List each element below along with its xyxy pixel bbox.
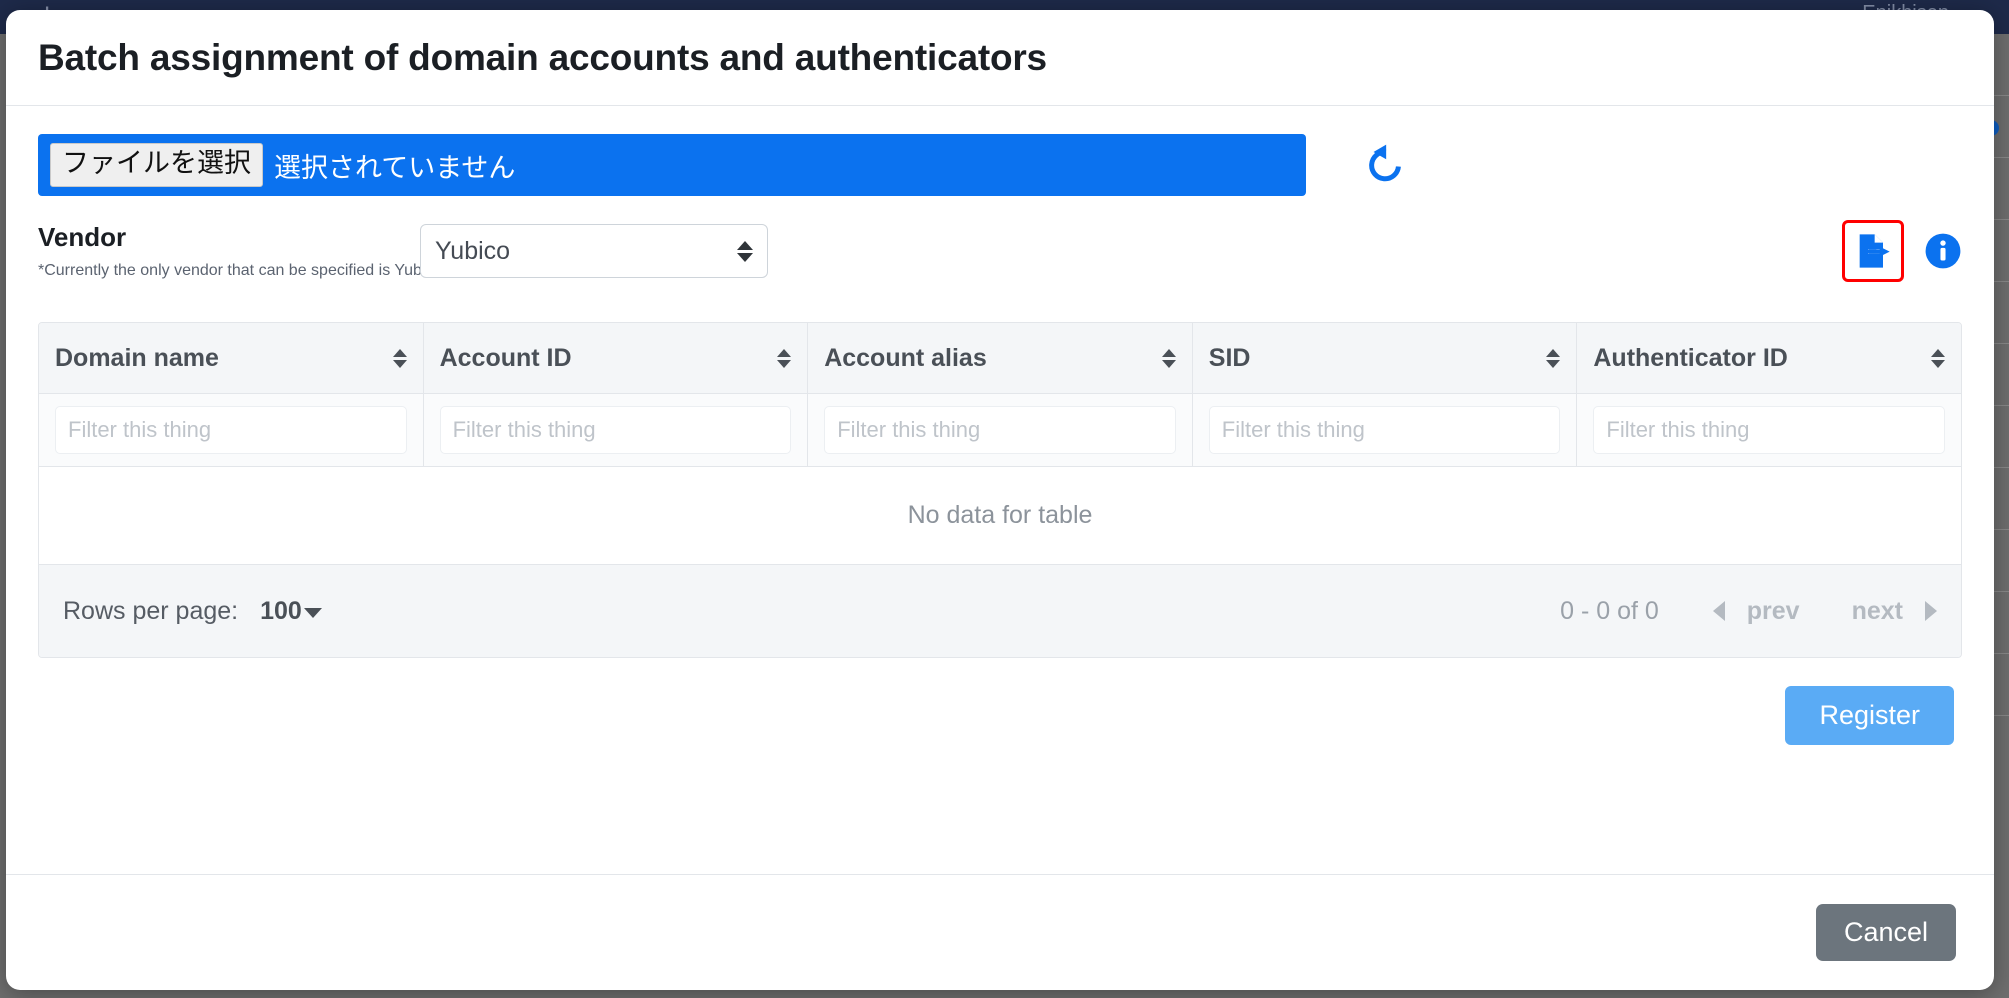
column-header-domain-name[interactable]: Domain name bbox=[39, 323, 424, 393]
next-page-button[interactable]: next bbox=[1846, 597, 1909, 626]
empty-state-message: No data for table bbox=[39, 467, 1961, 565]
register-row: Register bbox=[38, 686, 1962, 745]
selected-file-name: 選択されていません bbox=[274, 146, 515, 185]
batch-assignment-dialog: Batch assignment of domain accounts and … bbox=[6, 10, 1994, 990]
info-circle-icon bbox=[1924, 232, 1962, 270]
file-export-icon bbox=[1853, 231, 1893, 271]
sort-updown-icon bbox=[1931, 349, 1945, 368]
table-header-row: Domain name Account ID Account alias SID… bbox=[39, 323, 1961, 394]
filter-cell-sid bbox=[1193, 394, 1578, 466]
export-template-button[interactable] bbox=[1842, 220, 1904, 282]
chevron-right-icon[interactable] bbox=[1925, 601, 1937, 621]
vendor-row: Vendor *Currently the only vendor that c… bbox=[38, 222, 1962, 300]
column-header-account-alias[interactable]: Account alias bbox=[808, 323, 1193, 393]
column-header-label: Account alias bbox=[824, 344, 1162, 373]
dialog-body: ファイルを選択 選択されていません Vendor *Currently the … bbox=[6, 106, 1994, 745]
sort-updown-icon bbox=[1546, 349, 1560, 368]
column-header-label: Authenticator ID bbox=[1593, 344, 1931, 373]
reset-arrow-icon bbox=[1362, 142, 1408, 188]
register-button[interactable]: Register bbox=[1785, 686, 1954, 745]
column-header-label: SID bbox=[1209, 344, 1547, 373]
prev-page-button[interactable]: prev bbox=[1741, 597, 1806, 626]
column-header-label: Domain name bbox=[55, 344, 393, 373]
filter-input-account-alias[interactable] bbox=[824, 406, 1176, 454]
filter-input-sid[interactable] bbox=[1209, 406, 1561, 454]
rows-per-page-label: Rows per page: bbox=[63, 597, 238, 626]
sort-updown-icon bbox=[393, 349, 407, 368]
choose-file-button[interactable]: ファイルを選択 bbox=[50, 143, 263, 188]
sort-updown-icon bbox=[777, 349, 791, 368]
accounts-table: Domain name Account ID Account alias SID… bbox=[38, 322, 1962, 658]
table-footer: Rows per page: 100 0 - 0 of 0 prev next bbox=[39, 565, 1961, 657]
sort-updown-icon bbox=[1162, 349, 1176, 368]
cancel-button[interactable]: Cancel bbox=[1816, 904, 1956, 961]
filter-cell-account-id bbox=[424, 394, 809, 466]
table-filter-row bbox=[39, 394, 1961, 467]
column-header-account-id[interactable]: Account ID bbox=[424, 323, 809, 393]
filter-cell-domain-name bbox=[39, 394, 424, 466]
dialog-footer: Cancel bbox=[6, 874, 1994, 990]
column-header-label: Account ID bbox=[440, 344, 778, 373]
filter-input-domain-name[interactable] bbox=[55, 406, 407, 454]
pagination-range: 0 - 0 of 0 bbox=[1560, 597, 1659, 626]
info-button[interactable] bbox=[1924, 232, 1962, 270]
page-title: Batch assignment of domain accounts and … bbox=[38, 37, 1047, 79]
filter-input-authenticator-id[interactable] bbox=[1593, 406, 1945, 454]
file-select-row: ファイルを選択 選択されていません bbox=[38, 134, 1962, 196]
chevron-down-icon bbox=[304, 608, 322, 618]
pagination-controls: prev next bbox=[1713, 597, 1937, 626]
vendor-select-value: Yubico bbox=[435, 237, 737, 266]
column-header-sid[interactable]: SID bbox=[1193, 323, 1578, 393]
csv-file-input[interactable]: ファイルを選択 選択されていません bbox=[38, 134, 1306, 196]
filter-cell-account-alias bbox=[808, 394, 1193, 466]
rows-per-page-select[interactable]: 100 bbox=[260, 597, 322, 626]
chevron-updown-icon bbox=[737, 241, 753, 262]
rows-per-page-value: 100 bbox=[260, 597, 302, 626]
dialog-header: Batch assignment of domain accounts and … bbox=[6, 10, 1994, 106]
vendor-note: *Currently the only vendor that can be s… bbox=[38, 262, 447, 280]
reset-button[interactable] bbox=[1358, 138, 1412, 192]
filter-input-account-id[interactable] bbox=[440, 406, 792, 454]
vendor-actions bbox=[1842, 220, 1962, 282]
vendor-select[interactable]: Yubico bbox=[420, 224, 768, 278]
filter-cell-authenticator-id bbox=[1577, 394, 1961, 466]
chevron-left-icon[interactable] bbox=[1713, 601, 1725, 621]
column-header-authenticator-id[interactable]: Authenticator ID bbox=[1577, 323, 1961, 393]
vendor-label: Vendor bbox=[38, 222, 126, 253]
